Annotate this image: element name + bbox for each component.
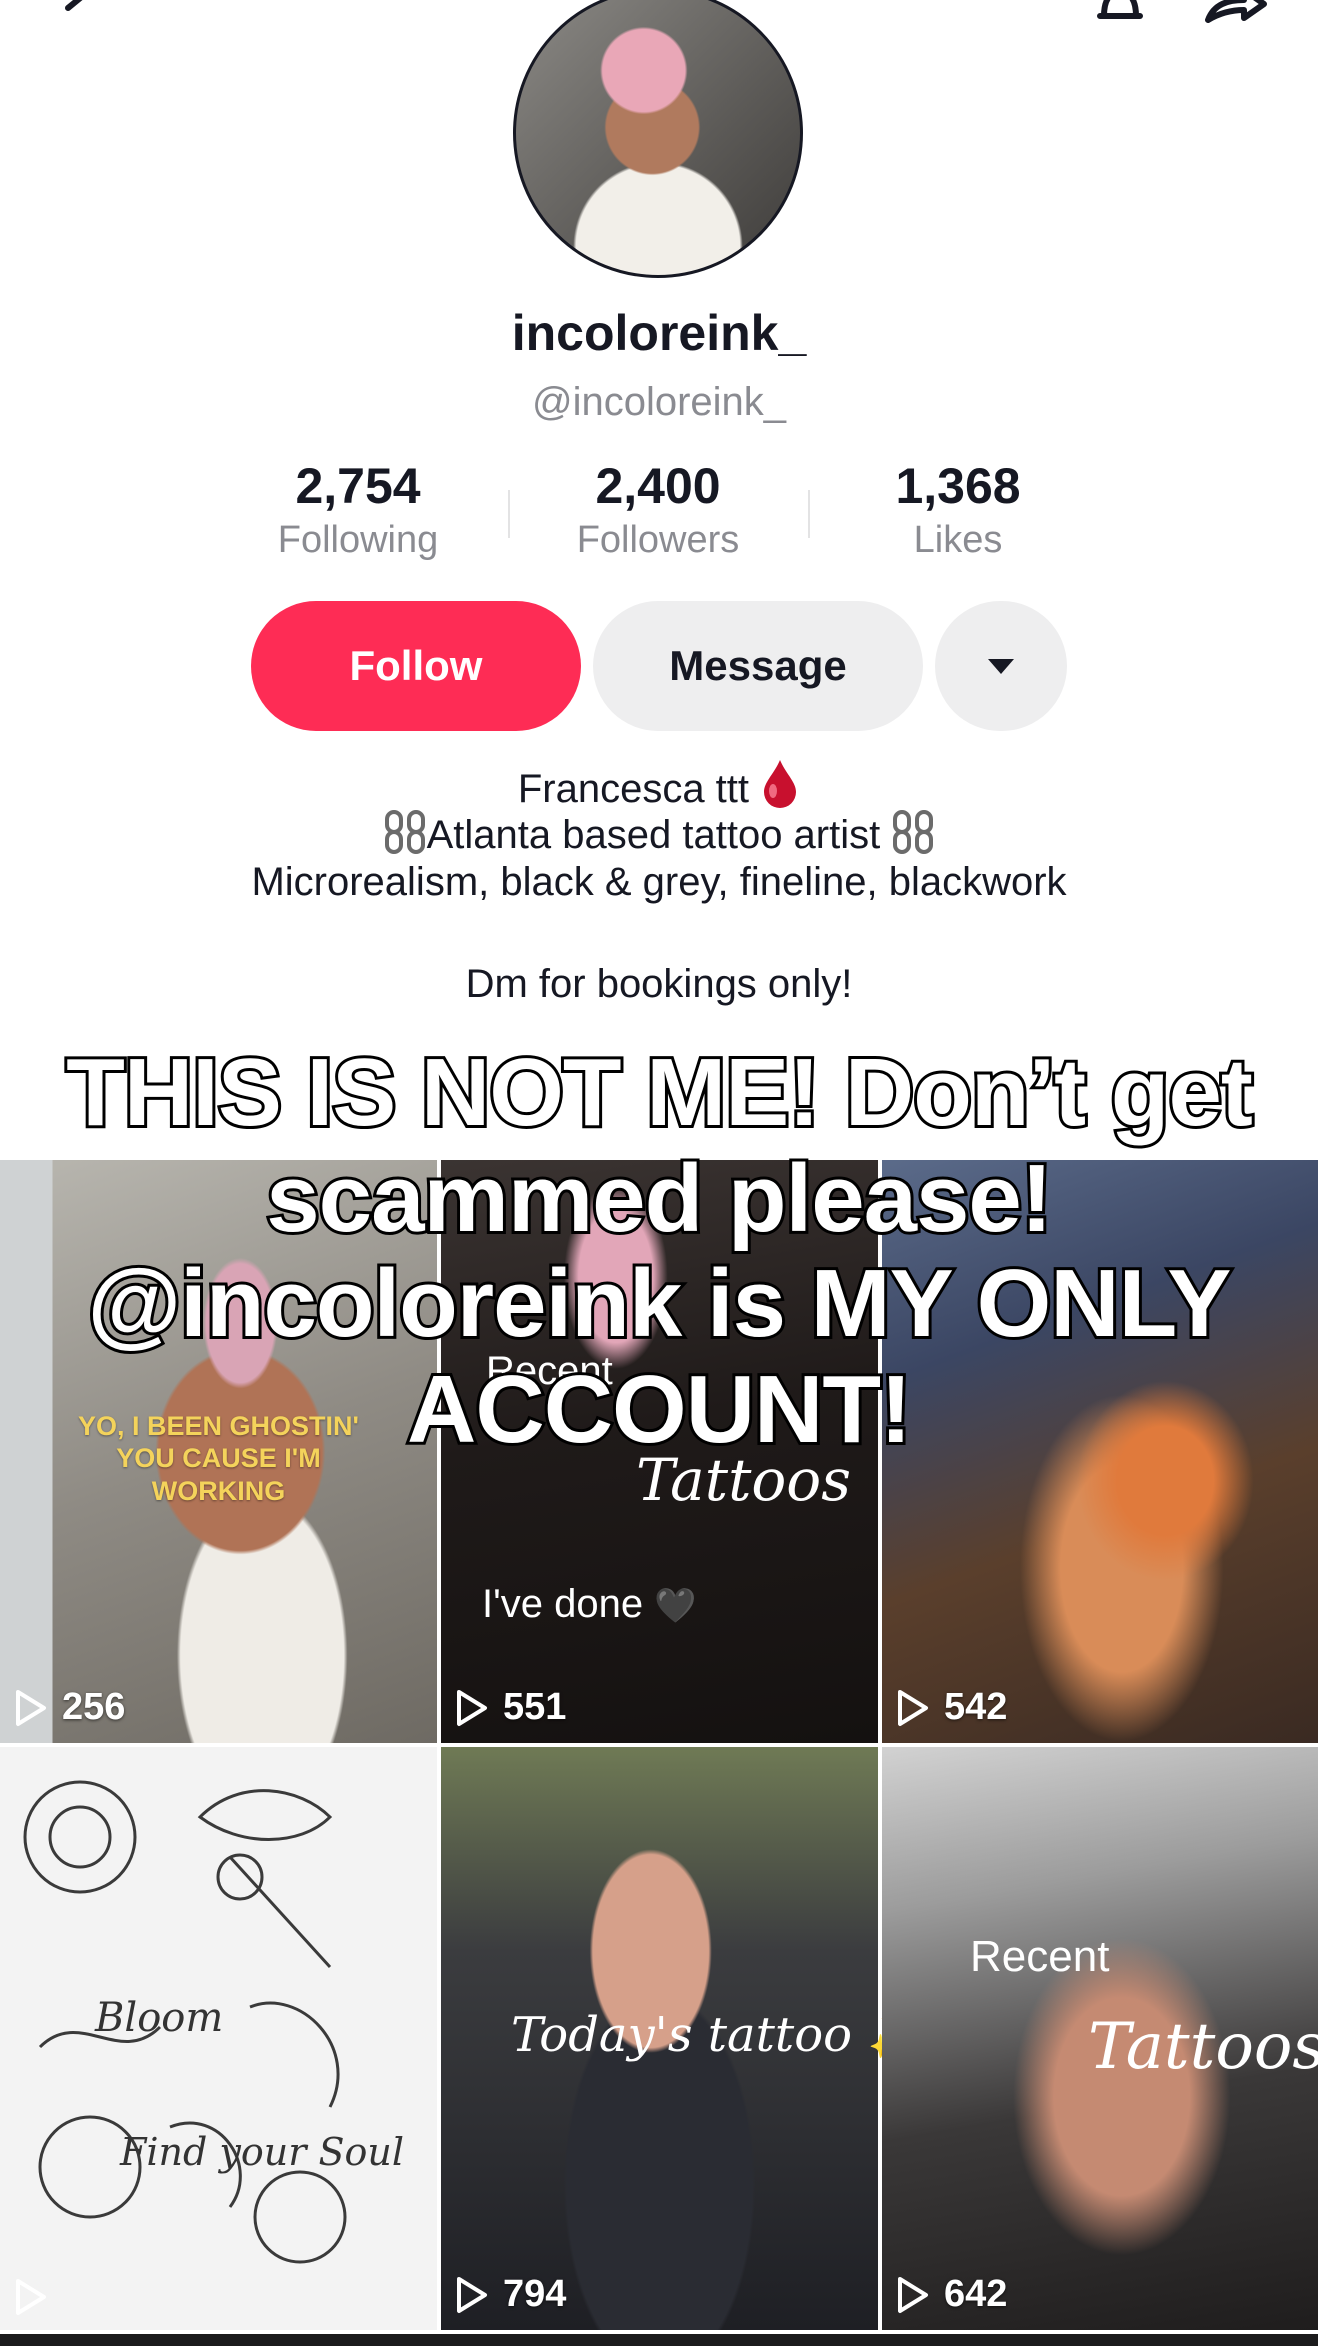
likes-count: 1,368 [895,458,1021,514]
video-overlay-find: Find your Soul [120,2130,404,2174]
view-count-value: 794 [503,2273,567,2315]
play-icon [16,2279,46,2315]
black-heart-icon: 🖤 [654,1587,697,1625]
view-count: 551 [455,1686,566,1729]
play-icon [898,2276,928,2313]
follow-button[interactable]: Follow [251,601,581,731]
bio-name: Francesca ttt [517,767,750,811]
chain-icon [383,808,427,866]
view-count: 642 [896,2273,1007,2316]
followers-count: 2,400 [595,458,721,514]
video-overlay-recent: Recent [970,1932,1110,1981]
view-count-value: 256 [62,1686,126,1728]
dropdown-arrow-icon [988,658,1014,674]
next-row-thumbnails [0,2334,1318,2346]
view-count-value: 642 [944,2273,1008,2315]
bio-line-2: Atlanta based tattoo artist [0,808,1318,866]
bio-booking: Dm for bookings only! [465,962,853,1006]
play-icon [16,1689,46,1726]
share-icon[interactable] [1200,0,1270,26]
caption-line-4: ACCOUNT! [404,1354,915,1465]
play-icon [457,2276,487,2313]
message-button-label: Message [669,642,847,689]
video-overlay-done-text: I've done [482,1582,644,1626]
video-overlay-today-text: Today's tattoo [511,2007,853,2063]
stat-divider [508,490,510,538]
following-count: 2,754 [295,458,421,514]
likes-label: Likes [913,518,1003,561]
likes-stat[interactable]: 1,368 Likes [848,460,1068,562]
bio-location: Atlanta based tattoo artist [426,813,881,857]
following-label: Following [277,518,439,561]
followers-label: Followers [576,518,740,561]
view-count-value: 542 [944,1686,1008,1728]
play-icon [457,1689,487,1726]
caption-line-2: scammed please! [263,1143,1055,1254]
message-button[interactable]: Message [593,601,923,731]
following-stat[interactable]: 2,754 Following [248,460,468,562]
video-overlay-today: Today's tattoo ✨ [511,2006,927,2063]
view-count: 542 [896,1686,1007,1729]
chain-icon [891,808,935,866]
bell-icon[interactable] [1090,0,1150,26]
follow-button-label: Follow [349,642,483,689]
more-options-button[interactable] [935,601,1067,731]
display-name: incoloreink_ [511,305,807,361]
view-count [14,2278,62,2316]
view-count: 794 [455,2273,566,2316]
view-count-value: 551 [503,1686,567,1728]
video-overlay-done: I've done 🖤 [482,1582,697,1627]
video-overlay-tattoos: Tattoos [1088,2010,1318,2084]
play-icon [898,1689,928,1726]
warning-caption: THIS IS NOT ME! Don’t get scammed please… [40,1037,1278,1465]
username-handle: @incoloreink_ [531,380,787,424]
view-count: 256 [14,1686,125,1729]
caption-line-1: THIS IS NOT ME! Don’t get [63,1037,1256,1148]
followers-stat[interactable]: 2,400 Followers [548,460,768,562]
back-icon[interactable] [50,0,100,20]
video-overlay-bloom: Bloom [95,1995,224,2041]
bio-styles: Microrealism, black & grey, fineline, bl… [251,860,1067,904]
stat-divider [808,490,810,538]
caption-line-3: @incoloreink is MY ONLY [85,1248,1235,1359]
avatar[interactable] [513,0,803,278]
